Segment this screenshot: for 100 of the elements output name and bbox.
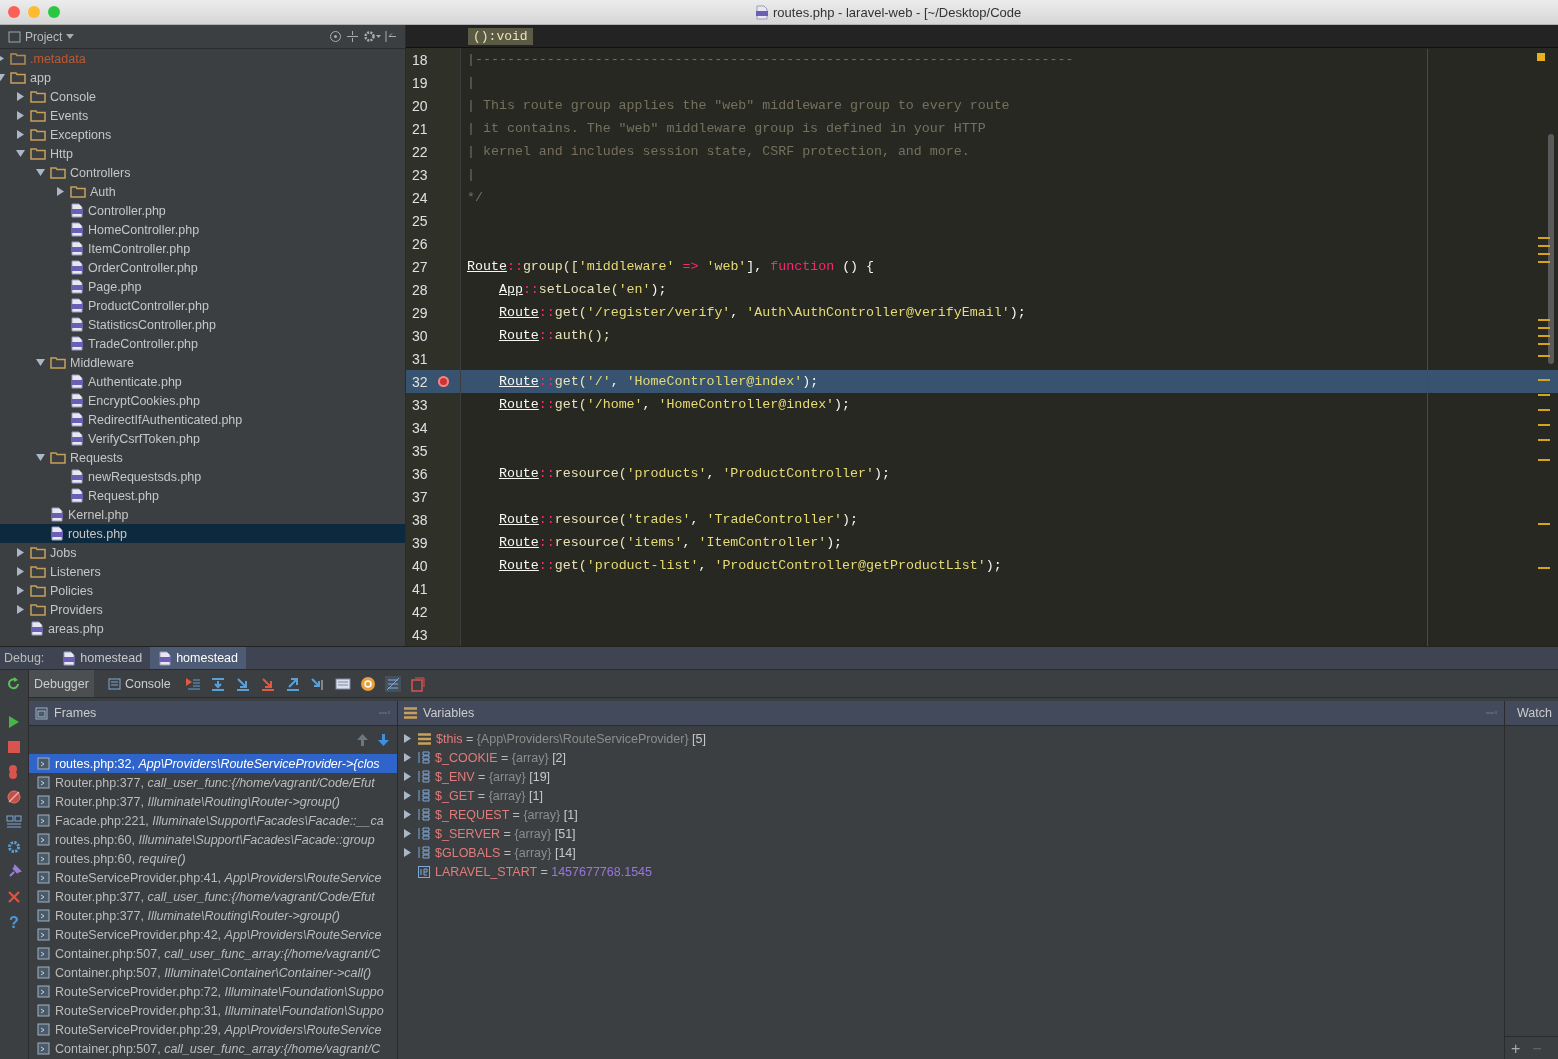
debugger-tab[interactable]: Debugger	[29, 670, 94, 697]
tree-item[interactable]: Kernel.php	[0, 505, 405, 524]
stack-frame[interactable]: RouteServiceProvider.php:31, Illuminate\Foundation\Suppo	[29, 1001, 397, 1020]
tree-item[interactable]: Events	[0, 106, 405, 125]
tree-item[interactable]: Requests	[0, 448, 405, 467]
close-icon[interactable]	[6, 889, 22, 905]
variable-entry[interactable]: $_GET = {array} [1]	[435, 788, 543, 803]
stack-frame[interactable]: RouteServiceProvider.php:29, App\Providers\RouteService	[29, 1020, 397, 1039]
variable-entry[interactable]: $_REQUEST = {array} [1]	[435, 807, 578, 822]
tree-item[interactable]: Middleware	[0, 353, 405, 372]
tree-item[interactable]: VerifyCsrfToken.php	[0, 429, 405, 448]
rerun-icon[interactable]	[6, 676, 22, 692]
stack-frame[interactable]: Router.php:377, call_user_func:{/home/vagrant/Code/Efut	[29, 887, 397, 906]
collapse-arrow-icon[interactable]	[35, 358, 45, 367]
evaluate-icon[interactable]	[334, 675, 351, 692]
expand-arrow-icon[interactable]	[403, 810, 412, 819]
stack-frame[interactable]: RouteServiceProvider.php:72, Illuminate\Foundation\Suppo	[29, 982, 397, 1001]
collapse-arrow-icon[interactable]	[35, 453, 45, 462]
step-into-icon[interactable]	[234, 675, 251, 692]
variable-entry[interactable]: $_ENV = {array} [19]	[435, 769, 551, 784]
variable-entry[interactable]: $_COOKIE = {array} [2]	[435, 750, 567, 765]
variable-entry[interactable]: LARAVEL_START = 1457677768.1545	[435, 864, 652, 879]
variable-entry[interactable]: $_SERVER = {array} [51]	[435, 826, 576, 841]
tree-item[interactable]: Listeners	[0, 562, 405, 581]
force-step-into-icon[interactable]	[259, 675, 276, 692]
tree-item[interactable]: OrderController.php	[0, 258, 405, 277]
tree-item[interactable]: EncryptCookies.php	[0, 391, 405, 410]
tree-item[interactable]: routes.php	[0, 524, 405, 543]
breakpoint-icon[interactable]	[438, 376, 449, 387]
expand-arrow-icon[interactable]	[403, 753, 412, 762]
tree-item[interactable]: Policies	[0, 581, 405, 600]
variable-entry[interactable]: $GLOBALS = {array} [14]	[435, 845, 576, 860]
console-at-icon[interactable]	[359, 675, 376, 692]
expand-arrow-icon[interactable]	[55, 187, 65, 196]
variable-entry[interactable]: $this = {App\Providers\RouteServiceProvider} [5]	[436, 731, 706, 746]
add-watch-button[interactable]: +	[1511, 1040, 1521, 1058]
code-line: Route::get('product-list', 'ProductController@getProductList');	[497, 558, 1002, 573]
close-window-button[interactable]	[8, 6, 20, 18]
run-to-cursor-icon[interactable]	[309, 675, 326, 692]
mute-breakpoints-icon[interactable]	[6, 789, 22, 805]
stack-frame[interactable]: routes.php:60, require()	[29, 849, 397, 868]
breadcrumb[interactable]: ():void	[468, 27, 533, 45]
expand-arrow-icon[interactable]	[403, 734, 412, 743]
settings-icon[interactable]	[6, 839, 22, 855]
tree-item[interactable]: Providers	[0, 600, 405, 619]
panel-title[interactable]: Project	[25, 29, 63, 44]
hide-panel-icon[interactable]	[385, 30, 397, 43]
stack-frame[interactable]: Container.php:507, call_user_func_array:{/home/vagrant/C	[29, 1039, 397, 1058]
tree-item[interactable]: RedirectIfAuthenticated.php	[0, 410, 405, 429]
tree-item[interactable]: newRequestsds.php	[0, 467, 405, 486]
expand-arrow-icon[interactable]	[403, 829, 412, 838]
tree-item[interactable]: ItemController.php	[0, 239, 405, 258]
tree-item[interactable]: Controllers	[0, 163, 405, 182]
stack-frame[interactable]: Router.php:377, Illuminate\Routing\Router->group()	[29, 792, 397, 811]
session-tab[interactable]: homestead	[150, 647, 247, 669]
stack-frame[interactable]: Router.php:377, Illuminate\Routing\Router->group()	[29, 906, 397, 925]
dropdown-caret-icon[interactable]	[66, 34, 75, 39]
expand-arrow-icon[interactable]	[403, 791, 412, 800]
stack-frame[interactable]: Container.php:507, Illuminate\Container\Container->call()	[29, 963, 397, 982]
stack-frame[interactable]: Facade.php:221, Illuminate\Support\Facades\Facade::__ca	[29, 811, 397, 830]
stack-frame[interactable]: Container.php:507, call_user_func_array:{/home/vagrant/C	[29, 944, 397, 963]
tree-item[interactable]: Exceptions	[0, 125, 405, 144]
tree-item[interactable]: Controller.php	[0, 201, 405, 220]
stop-icon[interactable]	[6, 739, 22, 755]
step-out-icon[interactable]	[284, 675, 301, 692]
layout-settings-icon[interactable]	[384, 675, 401, 692]
expand-arrow-icon[interactable]	[403, 848, 412, 857]
tree-item[interactable]: Http	[0, 144, 405, 163]
scrollbar-thumb[interactable]	[1548, 134, 1554, 364]
stack-frame[interactable]: RouteServiceProvider.php:42, App\Providers\RouteService	[29, 925, 397, 944]
debugger-tab[interactable]: Console	[102, 670, 176, 697]
tree-item[interactable]: Authenticate.php	[0, 372, 405, 391]
stack-frame[interactable]: routes.php:32, App\Providers\RouteServiceProvider->{clos	[29, 754, 397, 773]
show-execution-point-icon[interactable]	[184, 675, 201, 692]
tree-item[interactable]: TradeController.php	[0, 334, 405, 353]
tree-item[interactable]: Console	[0, 87, 405, 106]
step-over-icon[interactable]	[209, 675, 226, 692]
tree-item[interactable]: Auth	[0, 182, 405, 201]
tree-item[interactable]: StatisticsController.php	[0, 315, 405, 334]
arrow-down-icon[interactable]	[378, 734, 389, 746]
tree-item[interactable]: HomeController.php	[0, 220, 405, 239]
help-button[interactable]: ?	[9, 914, 19, 932]
collapse-all-icon[interactable]	[346, 30, 359, 43]
stack-frame[interactable]: Router.php:377, call_user_func:{/home/vagrant/Code/Efut	[29, 773, 397, 792]
session-tab[interactable]: homestead	[54, 647, 151, 669]
target-icon[interactable]	[329, 30, 342, 43]
tree-item[interactable]: areas.php	[0, 619, 405, 638]
layout-icon[interactable]	[6, 814, 22, 830]
expand-arrow-icon[interactable]	[403, 772, 412, 781]
tree-item[interactable]: ProductController.php	[0, 296, 405, 315]
tree-item[interactable]: Jobs	[0, 543, 405, 562]
gear-icon[interactable]	[363, 30, 381, 43]
restore-layout-icon[interactable]	[409, 675, 426, 692]
arrow-up-icon[interactable]	[357, 734, 368, 746]
tree-item[interactable]: app	[0, 68, 405, 87]
tree-item[interactable]: Request.php	[0, 486, 405, 505]
code-line: | it contains. The "web" middleware group is defined in your HTTP	[466, 121, 986, 136]
stack-frame[interactable]: RouteServiceProvider.php:41, App\Providers\RouteService	[29, 868, 397, 887]
tree-item[interactable]: Page.php	[0, 277, 405, 296]
stack-frame[interactable]: routes.php:60, Illuminate\Support\Facades\Facade::group	[29, 830, 397, 849]
